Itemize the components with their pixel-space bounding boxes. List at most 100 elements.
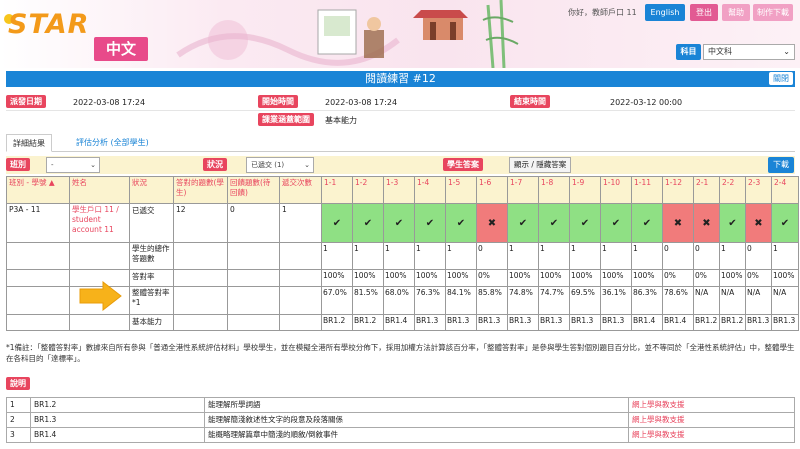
rate-value: 100% — [569, 269, 601, 287]
check-icon[interactable]: ✔ — [383, 203, 415, 243]
divider — [6, 110, 795, 111]
language-button[interactable]: English — [645, 4, 685, 21]
count-value: 0 — [745, 242, 772, 270]
class-filter-label: 班別 — [6, 158, 30, 171]
check-icon[interactable]: ✔ — [600, 203, 632, 243]
col-question[interactable]: 1-2 — [352, 176, 384, 204]
col-question[interactable]: 1-11 — [631, 176, 663, 204]
col-correct[interactable]: 答對的題數(學生) — [173, 176, 228, 204]
end-time-value: 2022-03-12 00:00 — [610, 98, 683, 107]
ability-value: BR1.3 — [507, 314, 539, 331]
overall-value: 85.8% — [476, 286, 508, 315]
check-icon[interactable]: ✔ — [569, 203, 601, 243]
status-select[interactable]: 已遞交 (1) ⌄ — [246, 157, 314, 173]
count-value: 1 — [538, 242, 570, 270]
cross-icon[interactable]: ✖ — [662, 203, 694, 243]
cross-icon[interactable]: ✖ — [745, 203, 772, 243]
table-row: 1 BR1.2 能理解所學詞語 網上學與教支援 — [6, 397, 795, 413]
col-question[interactable]: 1-3 — [383, 176, 415, 204]
col-question[interactable]: 1-12 — [662, 176, 694, 204]
check-icon[interactable]: ✔ — [719, 203, 746, 243]
download-button[interactable]: 下載 — [768, 157, 794, 173]
overall-value: 84.1% — [445, 286, 477, 315]
col-question[interactable]: 1-9 — [569, 176, 601, 204]
ability-value: BR1.2 — [352, 314, 384, 331]
start-time-label: 開始時間 — [258, 95, 298, 108]
overall-value: N/A — [771, 286, 799, 315]
check-icon[interactable]: ✔ — [507, 203, 539, 243]
start-time-value: 2022-03-08 17:24 — [325, 98, 398, 107]
class-select[interactable]: - ⌄ — [46, 157, 100, 173]
support-link[interactable]: 網上學與教支援 — [628, 397, 795, 413]
page-title-bar: 閱讀練習 #12 關閉 — [6, 71, 795, 87]
empty-cell — [173, 269, 228, 287]
student-correct: 12 — [173, 203, 228, 243]
ability-row-label: 基本能力 — [129, 314, 174, 331]
support-link[interactable]: 網上學與教支援 — [628, 412, 795, 428]
check-icon[interactable]: ✔ — [321, 203, 353, 243]
col-status[interactable]: 狀況 — [129, 176, 174, 204]
overall-row-label: 整體答對率*1 — [129, 286, 174, 315]
rate-row-label: 答對率 — [129, 269, 174, 287]
expl-code: BR1.3 — [30, 412, 205, 428]
help-button[interactable]: 幫助 — [722, 4, 750, 21]
issue-date-value: 2022-03-08 17:24 — [73, 98, 146, 107]
rate-value: 100% — [445, 269, 477, 287]
empty-cell — [227, 269, 280, 287]
show-hide-answers-button[interactable]: 顯示 / 隱藏答案 — [509, 157, 572, 173]
col-answered[interactable]: 回饋題數(待回饋) — [227, 176, 280, 204]
student-name[interactable]: 學生戶口 11 / student account 11 — [69, 203, 130, 243]
table-header-row: 班別 - 學號 ▲ 姓名 狀況 答對的題數(學生) 回饋題數(待回饋) 遞交次數… — [6, 176, 799, 204]
tab-detail-results[interactable]: 詳細結果 — [6, 134, 52, 152]
check-icon[interactable]: ✔ — [538, 203, 570, 243]
check-icon[interactable]: ✔ — [771, 203, 799, 243]
tab-analysis[interactable]: 評估分析 (全部學生) — [70, 134, 155, 152]
check-icon[interactable]: ✔ — [631, 203, 663, 243]
col-question[interactable]: 2-2 — [719, 176, 746, 204]
count-value: 1 — [600, 242, 632, 270]
overall-value: 74.8% — [507, 286, 539, 315]
col-question[interactable]: 1-8 — [538, 176, 570, 204]
support-link[interactable]: 網上學與教支援 — [628, 427, 795, 443]
close-button[interactable]: 關閉 — [769, 72, 793, 85]
col-question[interactable]: 1-7 — [507, 176, 539, 204]
empty-cell — [6, 314, 70, 331]
overall-value: 74.7% — [538, 286, 570, 315]
explanation-table: 1 BR1.2 能理解所學詞語 網上學與教支援 2 BR1.3 能理解簡淺敘述性… — [6, 397, 795, 443]
check-icon[interactable]: ✔ — [445, 203, 477, 243]
cross-icon[interactable]: ✖ — [693, 203, 720, 243]
logout-button[interactable]: 登出 — [690, 4, 718, 21]
empty-cell — [6, 242, 70, 270]
ability-value: BR1.3 — [771, 314, 799, 331]
table-row: 2 BR1.3 能理解簡淺敘述性文字的段意及段落關係 網上學與教支援 — [6, 412, 795, 428]
check-icon[interactable]: ✔ — [414, 203, 446, 243]
col-question[interactable]: 1-6 — [476, 176, 508, 204]
check-icon[interactable]: ✔ — [352, 203, 384, 243]
col-class-no[interactable]: 班別 - 學號 ▲ — [6, 176, 70, 204]
col-question[interactable]: 2-1 — [693, 176, 720, 204]
cross-icon[interactable]: ✖ — [476, 203, 508, 243]
empty-cell — [6, 269, 70, 287]
col-question[interactable]: 2-4 — [771, 176, 799, 204]
overall-value: N/A — [745, 286, 772, 315]
make-download-button[interactable]: 制作下載 — [753, 4, 793, 21]
count-value: 1 — [719, 242, 746, 270]
student-class-no: P3A - 11 — [6, 203, 70, 243]
col-question[interactable]: 1-1 — [321, 176, 353, 204]
logo-subject: 中文 — [94, 37, 148, 61]
status-select-value: 已遞交 (1) — [251, 161, 285, 169]
count-value: 1 — [631, 242, 663, 270]
student-row: P3A - 11 學生戶口 11 / student account 11 已遞… — [6, 203, 799, 243]
user-greeting: 你好，教師戶口 11 — [568, 8, 637, 17]
ability-value: BR1.3 — [569, 314, 601, 331]
table-row: 3 BR1.4 能概略理解篇章中簡淺的順敘/倒敘事件 網上學與教支援 — [6, 427, 795, 443]
col-question[interactable]: 1-5 — [445, 176, 477, 204]
scope-value: 基本能力 — [325, 116, 357, 125]
rate-value: 100% — [719, 269, 746, 287]
col-submits[interactable]: 遞交次數 — [279, 176, 322, 204]
col-question[interactable]: 1-10 — [600, 176, 632, 204]
subject-select[interactable]: 中文科 ⌄ — [703, 44, 795, 60]
col-name[interactable]: 姓名 — [69, 176, 130, 204]
col-question[interactable]: 1-4 — [414, 176, 446, 204]
col-question[interactable]: 2-3 — [745, 176, 772, 204]
